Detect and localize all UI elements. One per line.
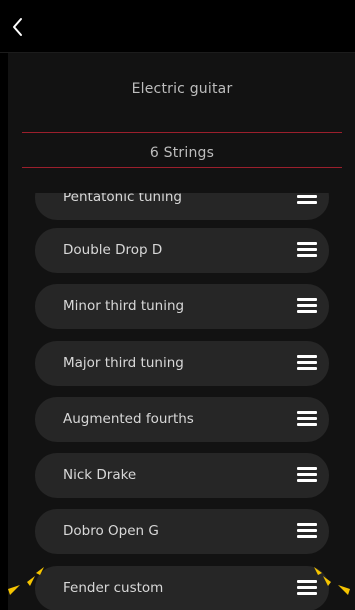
tuning-item[interactable]: Double Drop D <box>35 228 329 273</box>
tuning-label: Minor third tuning <box>63 298 185 314</box>
instrument-underline <box>22 132 342 133</box>
tuning-item[interactable]: Nick Drake <box>35 453 329 498</box>
drag-handle-icon[interactable] <box>297 241 317 259</box>
top-bar <box>0 0 355 53</box>
drag-handle-icon[interactable] <box>297 193 317 206</box>
tuning-label: Dobro Open G <box>63 523 159 539</box>
tuning-item[interactable]: Fender custom <box>35 566 329 610</box>
drag-handle-icon[interactable] <box>297 410 317 428</box>
drag-handle-icon[interactable] <box>297 522 317 540</box>
tuning-label: Nick Drake <box>63 467 137 483</box>
tuning-item[interactable]: Minor third tuning <box>35 284 329 329</box>
strings-label: 6 Strings <box>149 145 215 161</box>
tuning-item[interactable]: Pentatonic tuning <box>35 193 329 220</box>
tuning-list[interactable]: Pentatonic tuning Double Drop D Minor th… <box>8 193 355 610</box>
chevron-left-icon[interactable] <box>6 14 32 40</box>
tuning-item[interactable]: Dobro Open G <box>35 509 329 554</box>
highlight-burst-right-icon <box>314 567 350 595</box>
tuning-screen: Electric guitar 6 Strings Pentatonic tun… <box>0 0 355 610</box>
drag-handle-icon[interactable] <box>297 466 317 484</box>
highlight-burst-left-icon <box>8 567 44 595</box>
strings-underline <box>22 167 342 168</box>
tuning-label: Pentatonic tuning <box>63 193 182 205</box>
tuning-item[interactable]: Major third tuning <box>35 341 329 386</box>
tuning-label: Double Drop D <box>63 242 163 258</box>
drag-handle-icon[interactable] <box>297 354 317 372</box>
drag-handle-icon[interactable] <box>297 297 317 315</box>
tuning-item[interactable]: Augmented fourths <box>35 397 329 442</box>
tuning-label: Augmented fourths <box>63 411 194 427</box>
tuning-label: Major third tuning <box>63 355 184 371</box>
instrument-label: Electric guitar <box>131 81 233 97</box>
instrument-selector[interactable]: Electric guitar <box>22 79 342 133</box>
settings-panel: Electric guitar 6 Strings Pentatonic tun… <box>8 53 355 610</box>
tuning-label: Fender custom <box>63 580 164 596</box>
